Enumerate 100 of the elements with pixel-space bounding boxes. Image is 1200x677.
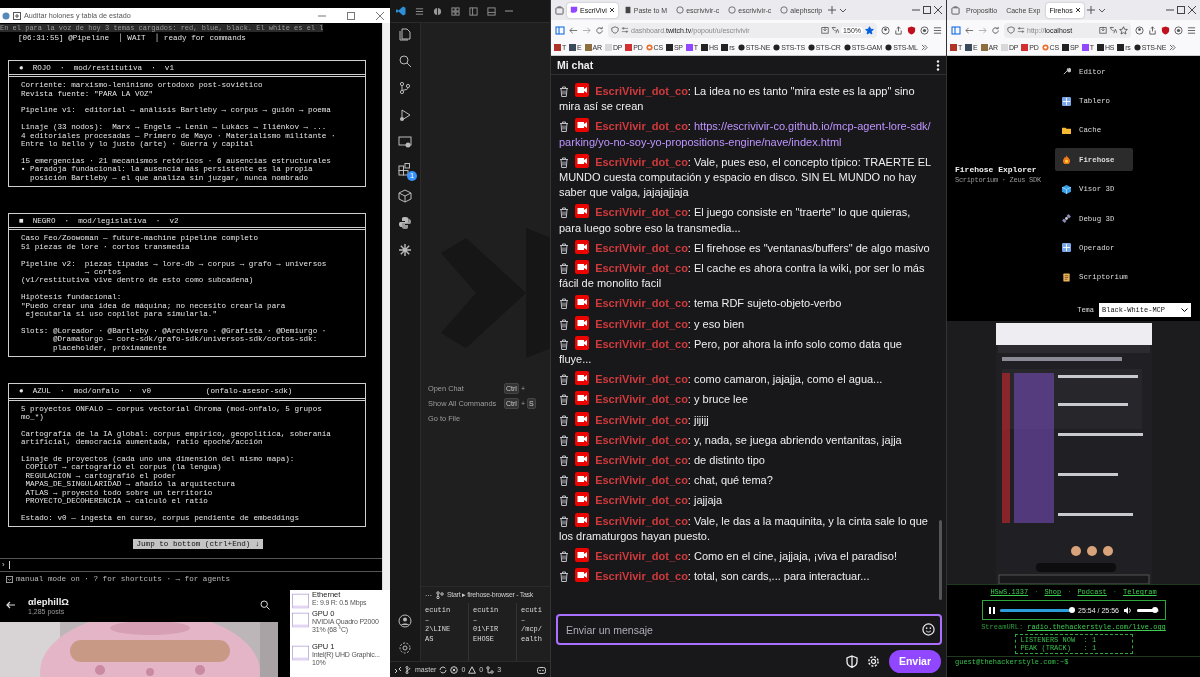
trash-icon[interactable] — [559, 374, 569, 386]
cube-icon[interactable] — [398, 189, 412, 203]
new-tab-icon[interactable] — [828, 6, 837, 14]
menu-icon[interactable] — [933, 25, 942, 35]
record-icon[interactable] — [1174, 25, 1183, 35]
username-link[interactable]: EscriVivir_dot_co — [595, 120, 688, 133]
search-icon[interactable] — [398, 54, 412, 68]
chevron-right-icon[interactable] — [1169, 44, 1177, 51]
install-icon[interactable] — [1099, 26, 1107, 34]
username-link[interactable]: EscriVivir_dot_co — [595, 413, 688, 426]
files-icon[interactable] — [398, 27, 412, 41]
chevron-down-icon[interactable] — [1097, 6, 1106, 14]
reload-icon[interactable] — [991, 25, 1000, 35]
trash-icon[interactable] — [559, 475, 569, 487]
trash-icon[interactable] — [559, 207, 569, 219]
username-link[interactable]: EscriVivir_dot_co — [595, 297, 688, 310]
close-icon[interactable] — [608, 7, 615, 13]
run-debug-icon[interactable] — [398, 108, 412, 122]
settings-icon[interactable] — [398, 641, 412, 655]
account-icon[interactable] — [881, 25, 890, 35]
shield-icon[interactable] — [1161, 25, 1170, 35]
username-link[interactable]: EscriVivir_dot_co — [595, 433, 688, 446]
tab-list-icon[interactable] — [951, 5, 960, 15]
sparkle-icon[interactable] — [398, 243, 412, 257]
username-link[interactable]: EscriVivir_dot_co — [595, 474, 688, 487]
maximize-icon[interactable] — [347, 11, 355, 20]
reload-icon[interactable] — [595, 25, 604, 35]
extensions-icon[interactable] — [398, 162, 412, 176]
trash-icon[interactable] — [559, 455, 569, 467]
trash-icon[interactable] — [559, 434, 569, 446]
layout-icon[interactable] — [451, 6, 460, 16]
copilot-icon[interactable] — [537, 665, 546, 674]
username-link[interactable]: EscriVivir_dot_co — [595, 262, 688, 275]
layout-icon[interactable] — [487, 6, 496, 16]
translate-icon[interactable] — [1109, 26, 1117, 34]
trash-icon[interactable] — [559, 263, 569, 275]
username-link[interactable]: EscriVivir_dot_co — [595, 393, 688, 406]
username-link[interactable]: EscriVivir_dot_co — [595, 570, 688, 583]
username-link[interactable]: EscriVivir_dot_co — [595, 206, 688, 219]
install-icon[interactable] — [821, 26, 830, 34]
copilot-icon[interactable] — [433, 6, 442, 16]
trash-icon[interactable] — [559, 318, 569, 330]
record-icon[interactable] — [920, 25, 929, 35]
trash-icon[interactable] — [559, 414, 569, 426]
username-link[interactable]: EscriVivir_dot_co — [595, 373, 688, 386]
chevron-right-icon[interactable] — [920, 44, 928, 51]
trash-icon[interactable] — [559, 156, 569, 168]
tab-list-icon[interactable] — [555, 5, 564, 15]
maximize-icon[interactable] — [923, 6, 931, 14]
message-field[interactable]: Enviar un mensaje — [556, 614, 942, 645]
remote-icon[interactable] — [394, 665, 402, 674]
menu-icon[interactable] — [1187, 25, 1196, 35]
settings-icon[interactable] — [866, 654, 880, 668]
layout-icon[interactable] — [469, 6, 478, 16]
send-button[interactable]: Enviar — [888, 649, 941, 673]
username-link[interactable]: EscriVivir_dot_co — [595, 317, 688, 330]
more-icon[interactable] — [936, 59, 940, 71]
emoji-icon[interactable] — [922, 623, 935, 636]
source-control-icon[interactable] — [398, 81, 412, 95]
maximize-icon[interactable] — [1177, 6, 1185, 14]
scrollbar[interactable] — [939, 520, 942, 600]
share-icon[interactable] — [1148, 25, 1157, 35]
sync-icon[interactable] — [439, 665, 448, 674]
username-link[interactable]: EscriVivir_dot_co — [595, 85, 688, 97]
new-tab-icon[interactable] — [1086, 6, 1095, 14]
translate-icon[interactable] — [831, 26, 840, 34]
account-icon[interactable] — [398, 614, 412, 628]
username-link[interactable]: EscriVivir_dot_co — [595, 241, 688, 254]
username-link[interactable]: EscriVivir_dot_co — [595, 155, 688, 168]
python-icon[interactable] — [398, 216, 412, 230]
sidebar-icon[interactable] — [951, 25, 961, 35]
star-icon[interactable] — [1119, 25, 1128, 35]
chevron-down-icon[interactable] — [839, 6, 848, 14]
scrollbar[interactable] — [382, 23, 390, 590]
trash-icon[interactable] — [559, 495, 569, 507]
username-link[interactable]: EscriVivir_dot_co — [595, 550, 688, 563]
trash-icon[interactable] — [559, 338, 569, 350]
username-link[interactable]: EscriVivir_dot_co — [595, 337, 688, 350]
trash-icon[interactable] — [559, 242, 569, 254]
account-icon[interactable] — [1135, 25, 1144, 35]
close-icon[interactable] — [934, 6, 942, 14]
pause-icon[interactable] — [988, 606, 995, 614]
menu-icon[interactable] — [415, 6, 424, 16]
trash-icon[interactable] — [559, 551, 569, 563]
username-link[interactable]: EscriVivir_dot_co — [595, 454, 688, 467]
trash-icon[interactable] — [559, 298, 569, 310]
sidebar-icon[interactable] — [555, 25, 565, 35]
share-icon[interactable] — [894, 25, 903, 35]
search-icon[interactable] — [260, 600, 270, 610]
trash-icon[interactable] — [559, 515, 569, 527]
shield-icon[interactable] — [845, 654, 858, 668]
trash-icon[interactable] — [559, 121, 569, 133]
close-icon[interactable] — [1188, 6, 1196, 14]
star-icon[interactable] — [865, 25, 874, 35]
username-link[interactable]: EscriVivir_dot_co — [595, 494, 688, 507]
minimize-icon[interactable] — [505, 7, 513, 15]
remote-explorer-icon[interactable] — [398, 135, 412, 149]
trash-icon[interactable] — [559, 394, 569, 406]
close-icon[interactable] — [1074, 7, 1081, 13]
username-link[interactable]: EscriVivir_dot_co — [595, 514, 688, 527]
